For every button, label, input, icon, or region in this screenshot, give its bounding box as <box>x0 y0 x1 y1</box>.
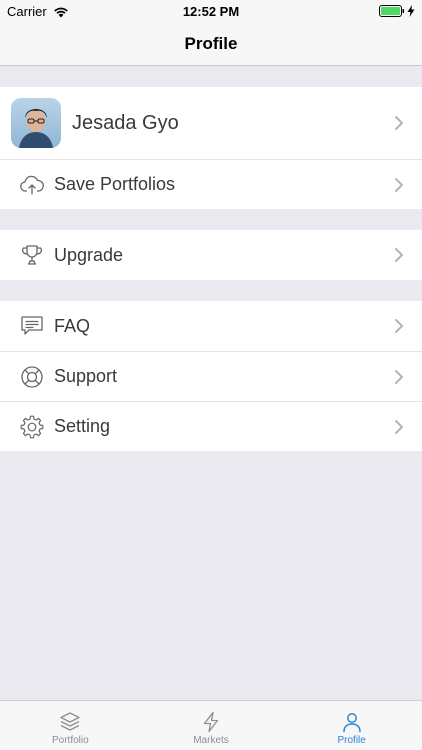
lifebuoy-icon <box>20 365 44 389</box>
trophy-icon <box>20 243 44 267</box>
faq-row[interactable]: FAQ <box>0 301 422 351</box>
chevron-right-icon <box>395 369 403 384</box>
navigation-bar: Profile <box>0 22 422 66</box>
tab-portfolio-label: Portfolio <box>51 735 89 746</box>
tab-portfolio[interactable]: Portfolio <box>0 701 141 750</box>
profile-name: Jesada Gyo <box>72 111 179 134</box>
chevron-right-icon <box>395 248 403 262</box>
chevron-right-icon <box>395 319 403 333</box>
chevron-right-icon <box>395 419 403 434</box>
help-group: FAQ Support Setting <box>0 301 422 451</box>
tab-profile-label: Profile <box>337 735 366 746</box>
gear-icon <box>20 415 44 439</box>
upgrade-row[interactable]: Upgrade <box>0 230 422 280</box>
profile-row[interactable]: Jesada Gyo <box>0 87 422 159</box>
chat-icon <box>20 314 44 338</box>
tab-bar: Portfolio Markets Profile <box>0 700 422 750</box>
charging-icon <box>407 5 415 17</box>
support-row[interactable]: Support <box>0 351 422 401</box>
chevron-right-icon <box>395 177 403 192</box>
battery-indicator <box>379 5 415 17</box>
setting-row[interactable]: Setting <box>0 401 422 451</box>
clock: 12:52 PM <box>182 4 240 19</box>
page-title: Profile <box>184 34 238 53</box>
lightning-icon <box>203 711 219 733</box>
upgrade-group: Upgrade <box>0 230 422 280</box>
tab-markets-label: Markets <box>193 735 229 746</box>
upgrade-label: Upgrade <box>54 244 124 265</box>
avatar-image <box>11 98 61 148</box>
person-icon <box>342 713 361 733</box>
cloud-upload-icon <box>20 173 44 197</box>
support-label: Support <box>54 366 118 386</box>
layers-icon <box>60 712 80 731</box>
faq-label: FAQ <box>54 315 91 336</box>
save-portfolios-row[interactable]: Save Portfolios <box>0 159 422 209</box>
battery-icon <box>379 5 405 17</box>
tab-profile[interactable]: Profile <box>281 701 422 750</box>
status-bar: Carrier 12:52 PM <box>0 0 422 22</box>
setting-label: Setting <box>54 416 111 436</box>
save-portfolios-label: Save Portfolios <box>54 174 176 194</box>
tab-markets[interactable]: Markets <box>141 701 282 750</box>
profile-group: Jesada Gyo Save Portfolios <box>0 87 422 209</box>
chevron-right-icon <box>395 116 403 130</box>
avatar <box>11 98 61 148</box>
